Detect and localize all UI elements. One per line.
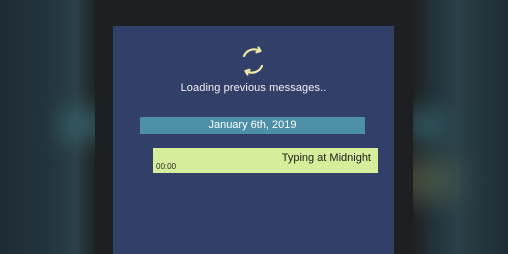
refresh-spinner-icon — [237, 45, 269, 77]
loading-status-text: Loading previous messages.. — [180, 82, 327, 94]
message-text: Typing at Midnight — [281, 152, 371, 164]
date-separator: January 6th, 2019 — [140, 117, 365, 134]
message-timestamp: 00:00 — [156, 162, 177, 171]
message-bubble[interactable]: Typing at Midnight 00:00 — [153, 148, 378, 173]
